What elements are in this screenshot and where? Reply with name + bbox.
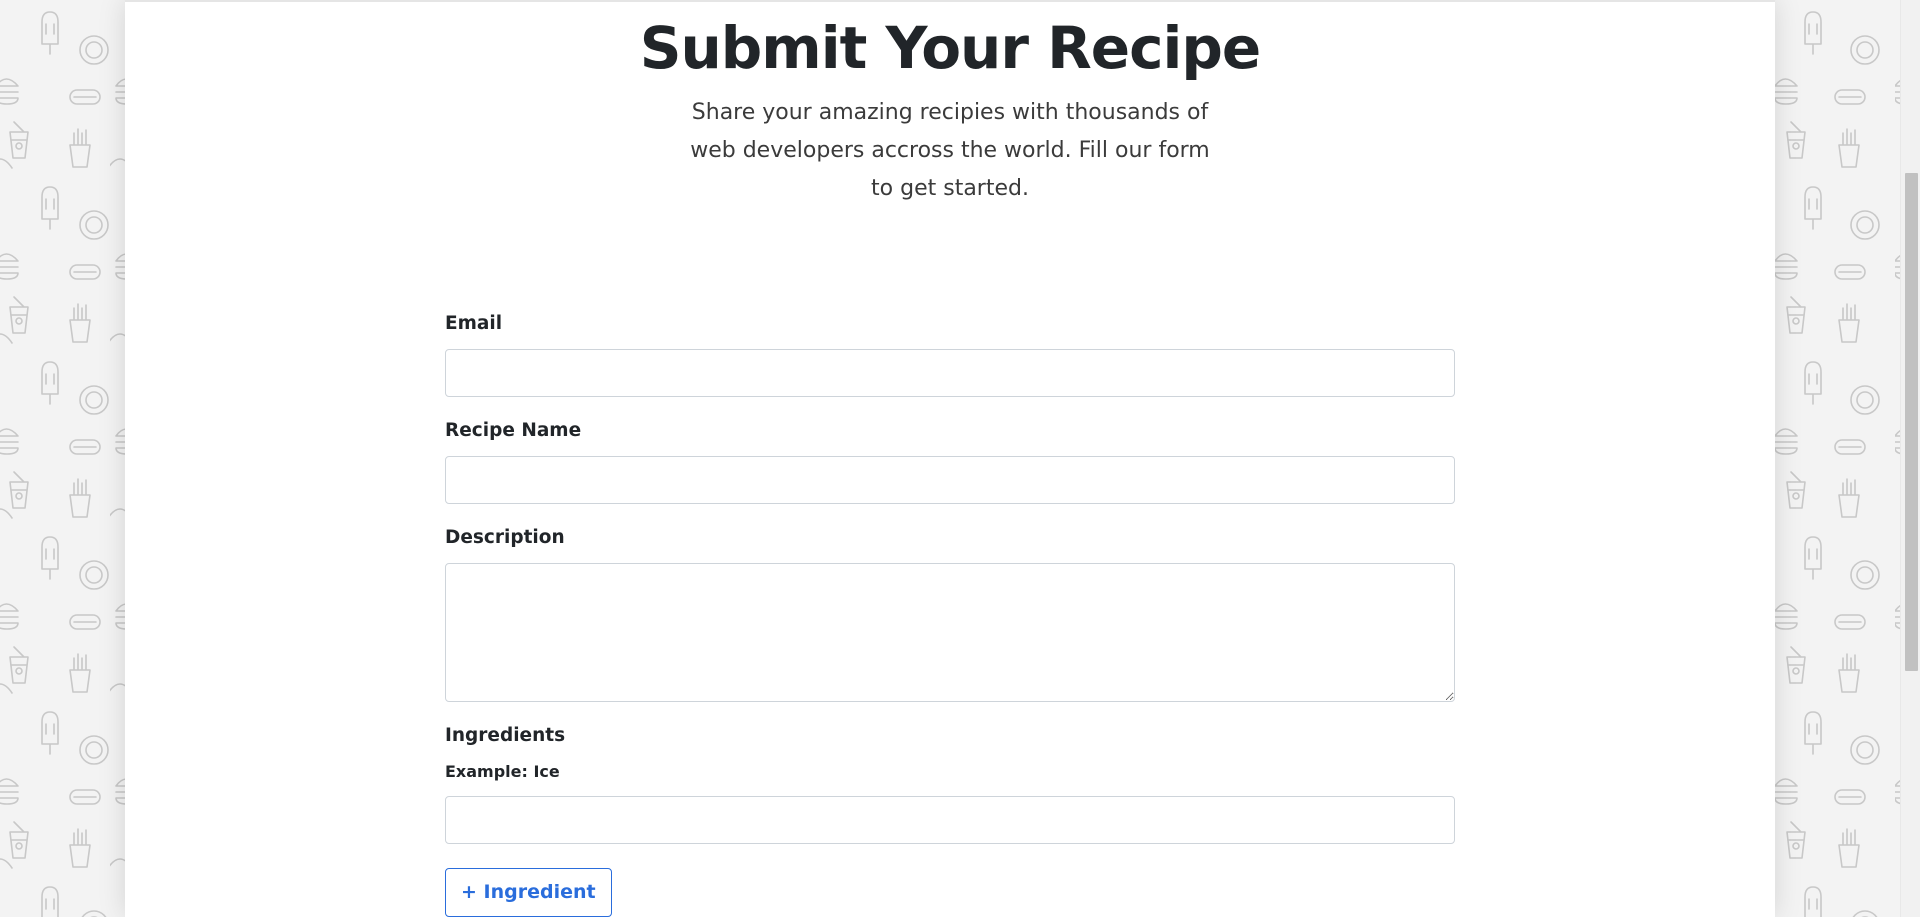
recipe-name-label: Recipe Name [445,420,582,441]
page-subtitle: Share your amazing recipies with thousan… [690,100,1210,201]
description-textarea[interactable] [445,563,1455,702]
scrollbar-thumb[interactable] [1905,173,1918,671]
add-ingredient-button[interactable]: + Ingredient [445,868,612,917]
ingredient-field[interactable] [445,796,1455,844]
description-label: Description [445,527,565,548]
ingredients-label: Ingredients [445,725,566,746]
email-label: Email [445,313,503,334]
recipe-name-field[interactable] [445,456,1455,504]
recipe-form: Email Recipe Name Description Ingredient… [445,310,1455,917]
page-title: Submit Your Recipe [639,14,1262,82]
ingredient-example-label: Example: Ice [445,762,560,781]
email-field[interactable] [445,349,1455,397]
background-pattern-right [1775,0,1900,917]
vertical-scrollbar[interactable] [1900,0,1920,917]
recipe-form-card: Submit Your Recipe Share your amazing re… [125,0,1775,917]
background-pattern-left [0,0,125,917]
